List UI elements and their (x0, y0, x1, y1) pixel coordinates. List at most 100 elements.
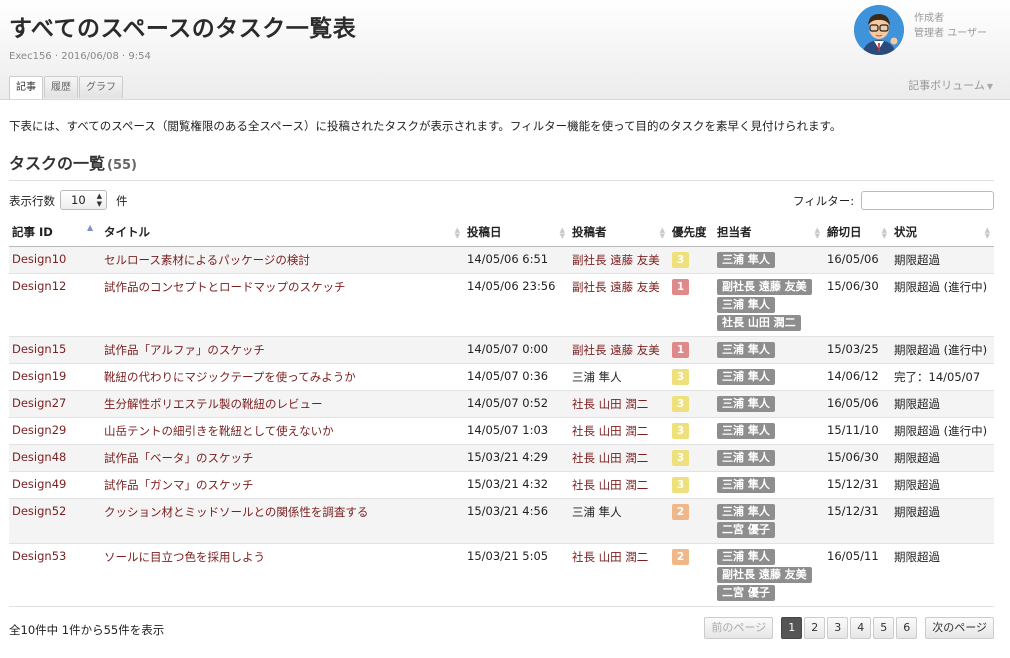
tab-article[interactable]: 記事 (9, 76, 43, 99)
assignee-badge[interactable]: 副社長 遠藤 友美 (717, 278, 812, 295)
task-id-link[interactable]: Design49 (12, 477, 66, 491)
prev-page-button[interactable]: 前のページ (704, 617, 774, 639)
cell-title: 試作品「ガンマ」のスケッチ (101, 471, 464, 499)
cell-id: Design19 (9, 363, 101, 391)
task-title-link[interactable]: ソールに目立つ色を採用しよう (104, 550, 265, 564)
filter-input[interactable] (861, 191, 994, 210)
assignee-badge[interactable]: 二宮 優子 (717, 584, 775, 601)
assignee-badge[interactable]: 二宮 優子 (717, 521, 775, 538)
assignee-badge[interactable]: 社長 山田 潤二 (717, 314, 801, 331)
poster-name[interactable]: 社長 山田 潤二 (572, 397, 648, 411)
assignee-badge[interactable]: 三浦 隼人 (717, 251, 775, 268)
task-id-link[interactable]: Design12 (12, 279, 66, 293)
cell-title: 靴紐の代わりにマジックテープを使ってみようか (101, 363, 464, 391)
column-header-priority[interactable]: 優先度 (669, 219, 714, 247)
poster-name[interactable]: 副社長 遠藤 友美 (572, 280, 660, 294)
cell-status: 期限超過 (進行中) (891, 417, 994, 445)
table-row: Design19 靴紐の代わりにマジックテープを使ってみようか 14/05/07 0… (9, 363, 994, 391)
cell-assignee: 三浦 隼人 (714, 390, 824, 418)
poster-name[interactable]: 社長 山田 潤二 (572, 451, 648, 465)
cell-status: 期限超過 (891, 390, 994, 418)
cell-status: 期限超過 (891, 246, 994, 274)
cell-title: 試作品「アルファ」のスケッチ (101, 336, 464, 364)
assignee-badge[interactable]: 三浦 隼人 (717, 341, 775, 358)
page-button-6[interactable]: 6 (896, 617, 918, 639)
assignee-badge[interactable]: 三浦 隼人 (717, 503, 775, 520)
intro-text: 下表には、すべてのスペース（閲覧権限のある全スペース）に投稿されたタスクが表示さ… (9, 119, 842, 133)
task-id-link[interactable]: Design27 (12, 396, 66, 410)
task-title-link[interactable]: クッション材とミッドソールとの関係性を調査する (104, 505, 368, 519)
page-button-4[interactable]: 4 (850, 617, 872, 639)
task-id-link[interactable]: Design48 (12, 450, 66, 464)
cell-assignee: 副社長 遠藤 友美 三浦 隼人 社長 山田 潤二 (714, 273, 824, 337)
assignee-badge[interactable]: 三浦 隼人 (717, 449, 775, 466)
task-title-link[interactable]: 試作品「ガンマ」のスケッチ (104, 478, 254, 492)
task-id-link[interactable]: Design52 (12, 504, 66, 518)
cell-deadline: 15/12/31 (824, 471, 891, 499)
page-button-5[interactable]: 5 (873, 617, 895, 639)
cell-poster: 社長 山田 潤二 (569, 471, 669, 499)
tab-graph[interactable]: グラフ (79, 76, 123, 98)
poster-name[interactable]: 社長 山田 潤二 (572, 478, 648, 492)
author-avatar[interactable] (854, 5, 904, 55)
task-title-link[interactable]: 試作品のコンセプトとロードマップのスケッチ (104, 280, 346, 294)
poster-name[interactable]: 副社長 遠藤 友美 (572, 253, 660, 267)
cell-priority: 3 (669, 444, 714, 472)
task-id-link[interactable]: Design19 (12, 369, 66, 383)
column-header-title[interactable]: タイトル ▲ ▼ (101, 219, 464, 247)
assignee-badge[interactable]: 三浦 隼人 (717, 395, 775, 412)
poster-name[interactable]: 副社長 遠藤 友美 (572, 343, 660, 357)
task-title-link[interactable]: 靴紐の代わりにマジックテープを使ってみようか (104, 370, 356, 384)
poster-name[interactable]: 社長 山田 潤二 (572, 424, 648, 438)
table-row: Design29 山岳テントの細引きを靴紐として使えないか 14/05/07 1:0… (9, 417, 994, 445)
table-row: Design27 生分解性ポリエステル製の靴紐のレビュー 14/05/07 0:52… (9, 390, 994, 418)
cell-status: 期限超過 (891, 498, 994, 544)
assignee-badge[interactable]: 三浦 隼人 (717, 368, 775, 385)
column-header-poster[interactable]: 投稿者 ▲ ▼ (569, 219, 669, 247)
next-page-button[interactable]: 次のページ (925, 617, 994, 639)
cell-priority: 3 (669, 246, 714, 274)
sort-icon: ▲ ▼ (814, 226, 820, 240)
assignee-badge[interactable]: 三浦 隼人 (717, 296, 775, 313)
assignee-badge[interactable]: 三浦 隼人 (717, 422, 775, 439)
poster-name[interactable]: 社長 山田 潤二 (572, 550, 648, 564)
task-id-link[interactable]: Design53 (12, 549, 66, 563)
cell-poster: 副社長 遠藤 友美 (569, 246, 669, 274)
priority-badge: 2 (672, 548, 689, 565)
column-header-id[interactable]: 記事 ID ▲ (9, 219, 101, 247)
task-title-link[interactable]: セルロース素材によるパッケージの検討 (104, 253, 310, 267)
column-header-deadline[interactable]: 締切日 ▲ ▼ (824, 219, 891, 247)
task-title-link[interactable]: 生分解性ポリエステル製の靴紐のレビュー (104, 397, 323, 411)
rows-per-page-select[interactable]: 10 ▲ ▼ (60, 190, 107, 210)
assignee-badge[interactable]: 副社長 遠藤 友美 (717, 566, 812, 583)
column-header-status[interactable]: 状況 ▲ ▼ (891, 219, 994, 247)
sort-ascending-icon: ▲ (87, 223, 94, 232)
cell-id: Design53 (9, 543, 101, 607)
cell-date: 14/05/06 23:56 (464, 273, 569, 337)
cell-id: Design10 (9, 246, 101, 274)
assignee-badge[interactable]: 三浦 隼人 (717, 548, 775, 565)
task-title-link[interactable]: 山岳テントの細引きを靴紐として使えないか (104, 424, 334, 438)
cell-date: 15/03/21 4:32 (464, 471, 569, 499)
column-header-assignee[interactable]: 担当者 ▲ ▼ (714, 219, 824, 247)
task-id-link[interactable]: Design15 (12, 342, 66, 356)
sort-icon: ▲ ▼ (881, 226, 887, 240)
cell-priority: 2 (669, 498, 714, 544)
table-row: Design10 セルロース素材によるパッケージの検討 14/05/06 6:51 副… (9, 246, 994, 274)
cell-priority: 2 (669, 543, 714, 607)
cell-deadline: 16/05/06 (824, 246, 891, 274)
cell-poster: 社長 山田 潤二 (569, 417, 669, 445)
tab-history[interactable]: 履歴 (44, 76, 78, 98)
assignee-badge[interactable]: 三浦 隼人 (717, 476, 775, 493)
task-title-link[interactable]: 試作品「アルファ」のスケッチ (104, 343, 265, 357)
page-button-1[interactable]: 1 (781, 617, 803, 639)
column-header-date[interactable]: 投稿日 ▲ ▼ (464, 219, 569, 247)
task-title-link[interactable]: 試作品「ベータ」のスケッチ (104, 451, 254, 465)
task-id-link[interactable]: Design29 (12, 423, 66, 437)
article-volume-menu[interactable]: 記事ボリューム ▼ (908, 77, 993, 93)
cell-priority: 3 (669, 417, 714, 445)
author-name[interactable]: 管理者 ユーザー (914, 24, 987, 39)
page-button-3[interactable]: 3 (827, 617, 849, 639)
page-button-2[interactable]: 2 (804, 617, 826, 639)
task-id-link[interactable]: Design10 (12, 252, 66, 266)
